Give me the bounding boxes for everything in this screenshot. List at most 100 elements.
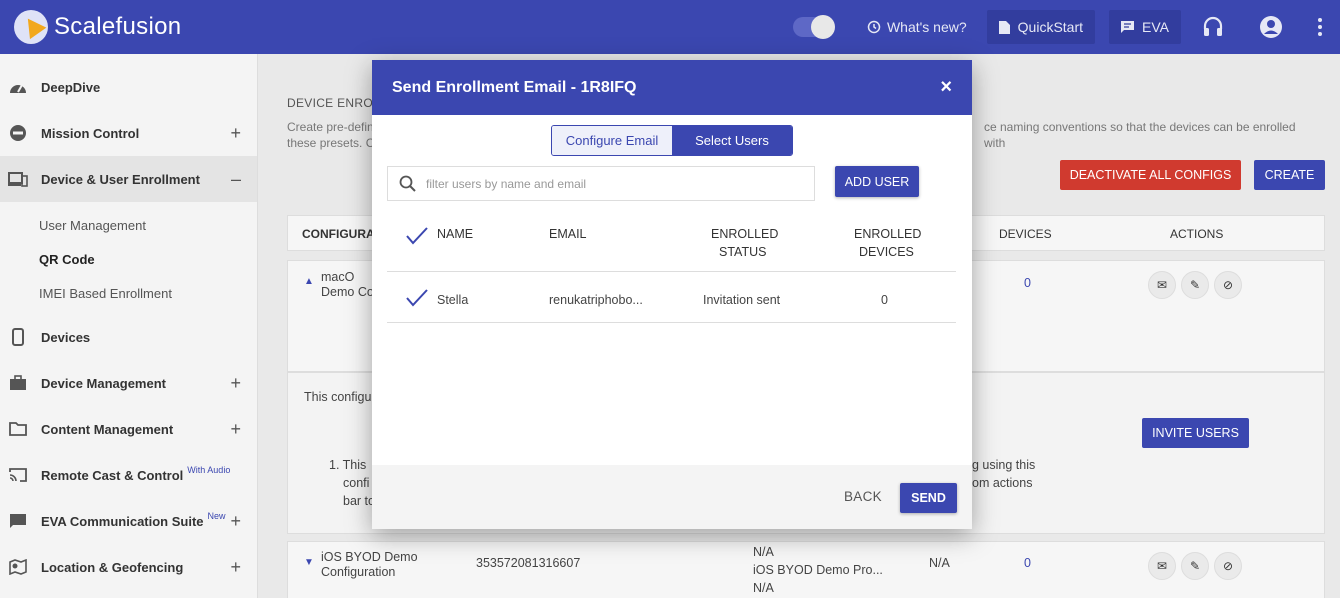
block-icon[interactable]: ⊘ <box>1214 552 1242 580</box>
expand-toggle[interactable]: + <box>230 419 241 440</box>
windows-profile: N/A <box>753 581 774 595</box>
expanded-text: This configu <box>304 390 372 404</box>
devices-count[interactable]: 0 <box>1024 276 1031 290</box>
back-button[interactable]: BACK <box>844 489 882 504</box>
config-name[interactable]: macO <box>321 270 354 284</box>
brand-logo[interactable]: Scalefusion <box>14 10 181 44</box>
more-vert-icon[interactable] <box>1317 17 1323 37</box>
sidebar-item-content-management[interactable]: Content Management + <box>0 406 257 452</box>
sidebar-item-label: Content Management <box>41 421 174 437</box>
instruction-right-1: g using this <box>972 458 1036 472</box>
config-name-line2: Configuration <box>321 565 396 579</box>
config-name-line2: Demo Co <box>321 285 374 299</box>
sidebar-item-label: DeepDive <box>41 79 101 95</box>
sidebar-item-label: Location & Geofencing <box>41 559 184 575</box>
config-name[interactable]: iOS BYOD Demo <box>321 550 418 564</box>
eva-label: EVA <box>1142 19 1169 35</box>
tab-select-users[interactable]: Select Users <box>672 126 792 155</box>
row-check-icon[interactable] <box>405 288 429 308</box>
config-code: 353572081316607 <box>476 556 581 570</box>
cast-icon <box>8 465 28 485</box>
table-row: ▼ iOS BYOD Demo Configuration 3535720813… <box>287 541 1325 598</box>
tab-configure-email[interactable]: Configure Email <box>552 126 672 155</box>
sidebar-subitem-imei-enrollment[interactable]: IMEI Based Enrollment <box>0 276 257 310</box>
email-icon[interactable]: ✉ <box>1148 271 1176 299</box>
sidebar-item-deepdive[interactable]: DeepDive <box>0 64 257 110</box>
invite-users-button[interactable]: INVITE USERS <box>1142 418 1249 448</box>
sidebar-item-eva-suite[interactable]: EVA Communication Suite New + <box>0 498 257 544</box>
send-enrollment-email-dialog: Send Enrollment Email - 1R8IFQ × Configu… <box>372 60 972 529</box>
sidebar-item-device-user-enrollment[interactable]: Device & User Enrollment – <box>0 156 257 202</box>
sidebar-item-mission-control[interactable]: Mission Control + <box>0 110 257 156</box>
sidebar-item-location[interactable]: Location & Geofencing + <box>0 544 257 590</box>
chat-icon <box>1121 21 1135 33</box>
dialog-footer: BACK SEND <box>372 465 972 529</box>
table-row[interactable]: Stella renukatriphobo... Invitation sent… <box>387 273 956 323</box>
send-button[interactable]: SEND <box>900 483 957 513</box>
expand-toggle[interactable]: + <box>230 123 241 144</box>
search-input[interactable] <box>426 176 786 191</box>
sidebar-item-label: Mission Control <box>41 125 140 141</box>
desc-left-2: these presets. C <box>287 136 375 150</box>
headset-icon[interactable] <box>1201 15 1225 39</box>
dialog-tabs: Configure Email Select Users <box>551 125 793 156</box>
quickstart-button[interactable]: QuickStart <box>986 10 1096 44</box>
sidebar-item-devices[interactable]: Devices <box>0 314 257 360</box>
document-icon <box>998 20 1010 34</box>
close-icon[interactable]: × <box>940 76 952 99</box>
col-enrolled-status-1: ENROLLED <box>711 227 779 241</box>
create-button[interactable]: CREATE <box>1254 160 1325 190</box>
clock-icon <box>867 20 881 34</box>
search-icon <box>388 175 426 192</box>
sidebar: DeepDive Mission Control + Device & User… <box>0 54 258 598</box>
whats-new-link[interactable]: What's new? <box>867 19 967 35</box>
phone-icon <box>8 327 28 347</box>
add-user-button[interactable]: ADD USER <box>835 166 919 197</box>
col-configuration: CONFIGURAT <box>302 227 382 241</box>
eva-button[interactable]: EVA <box>1109 10 1181 44</box>
edit-icon[interactable]: ✎ <box>1181 552 1209 580</box>
brand-name: Scalefusion <box>54 13 182 40</box>
col-actions: ACTIONS <box>1170 227 1224 241</box>
ios-profile: iOS BYOD Demo Pro... <box>753 563 883 577</box>
email-icon[interactable]: ✉ <box>1148 552 1176 580</box>
sidebar-subitem-user-management[interactable]: User Management <box>0 208 257 242</box>
user-enrolled-devices: 0 <box>881 293 888 307</box>
col-devices: DEVICES <box>999 227 1052 241</box>
sidebar-item-label: Devices <box>41 329 91 345</box>
col-enrolled-status-2: STATUS <box>719 245 767 259</box>
expand-arrow-icon[interactable]: ▼ <box>304 557 314 568</box>
instruction-line-2: confi <box>343 476 370 490</box>
sidebar-subitem-qr-code[interactable]: QR Code <box>0 242 257 276</box>
desc-left: Create pre-defin <box>287 120 374 134</box>
col-enrolled-devices-2: DEVICES <box>859 245 914 259</box>
sidebar-item-device-management[interactable]: Device Management + <box>0 360 257 406</box>
expand-toggle[interactable]: + <box>230 511 241 532</box>
devices-icon <box>8 169 28 189</box>
instruction-right-2: om actions <box>972 476 1033 490</box>
briefcase-icon <box>8 373 28 393</box>
block-icon[interactable]: ⊘ <box>1214 271 1242 299</box>
expand-toggle[interactable]: + <box>230 373 241 394</box>
chat-icon <box>8 511 28 531</box>
devices-count[interactable]: 0 <box>1024 556 1031 570</box>
quickstart-label: QuickStart <box>1017 19 1084 35</box>
collapse-toggle[interactable]: – <box>231 169 241 190</box>
dialog-header: Send Enrollment Email - 1R8IFQ × <box>372 60 972 115</box>
top-bar: Scalefusion What's new? QuickStart EVA <box>0 0 1340 54</box>
whats-new-label: What's new? <box>886 19 967 35</box>
account-icon[interactable] <box>1259 15 1283 39</box>
expand-toggle[interactable]: + <box>230 557 241 578</box>
user-search-box <box>387 166 815 201</box>
collapse-arrow-icon[interactable]: ▲ <box>304 276 314 287</box>
edit-icon[interactable]: ✎ <box>1181 271 1209 299</box>
user-email: renukatriphobo... <box>549 293 643 307</box>
theme-toggle[interactable] <box>792 15 835 39</box>
sidebar-item-label: Device & User Enrollment <box>41 171 200 187</box>
col-email: EMAIL <box>549 227 587 241</box>
folder-icon <box>8 419 28 439</box>
android-profile: N/A <box>753 545 774 559</box>
deactivate-all-configs-button[interactable]: DEACTIVATE ALL CONFIGS <box>1060 160 1241 190</box>
select-all-check-icon[interactable] <box>405 226 429 246</box>
sidebar-item-remote-cast[interactable]: Remote Cast & Control With Audio <box>0 452 257 498</box>
